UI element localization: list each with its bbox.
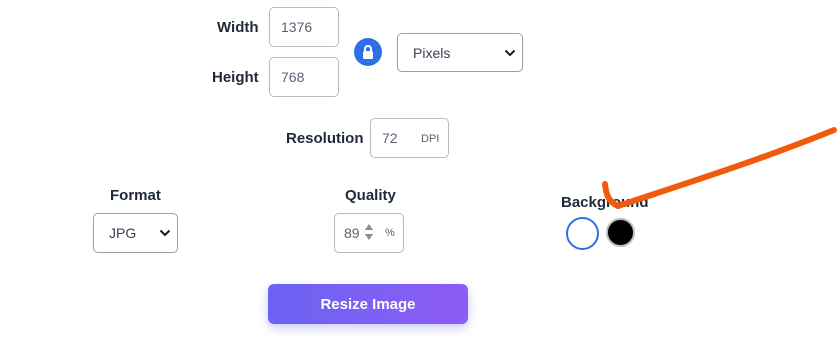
background-swatch-black[interactable] [606,218,635,247]
background-label: Background [561,194,649,211]
resolution-label: Resolution [286,130,364,147]
resolution-value: 72 [382,130,398,146]
aspect-lock-button[interactable] [354,38,382,66]
height-label: Height [212,69,259,86]
quality-stepper[interactable] [364,221,374,243]
chevron-down-icon [504,49,516,56]
format-label: Format [110,187,161,204]
background-swatch-white[interactable] [566,217,599,250]
unit-select-value: Pixels [413,44,451,61]
unit-select[interactable]: Pixels [397,33,523,72]
resolution-unit: DPI [421,133,440,145]
format-select[interactable]: JPG [93,213,178,253]
width-value: 1376 [281,19,313,35]
width-label: Width [217,19,259,36]
format-select-value: JPG [109,225,137,241]
quality-unit: % [385,227,395,239]
quality-label: Quality [345,187,396,204]
lock-icon [363,45,373,59]
quality-value: 89 [344,225,360,241]
height-value: 768 [281,69,305,85]
chevron-down-icon [159,229,171,237]
resize-image-button[interactable]: Resize Image [268,284,468,324]
width-input[interactable]: 1376 [269,7,339,47]
resize-settings-panel: Width 1376 Height 768 Pixels Resolution … [0,0,838,343]
height-input[interactable]: 768 [269,57,339,97]
